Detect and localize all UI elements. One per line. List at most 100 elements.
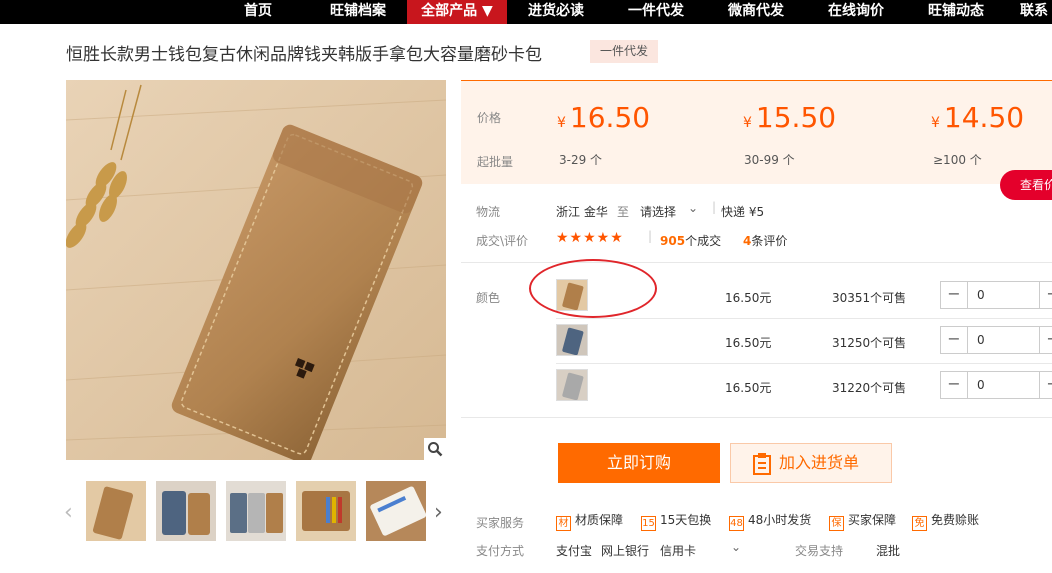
view-price-button[interactable]: 查看价 — [1000, 170, 1052, 200]
qty-range-1: 3-29 个 — [559, 153, 603, 167]
rating-stars: ★★★★★ — [556, 230, 624, 246]
price-tier-2: ¥15.50 — [743, 101, 836, 134]
quantity-stepper: − 0 + — [940, 281, 1052, 309]
product-title: 恒胜长款男士钱包复古休闲品牌钱夹韩版手拿包大容量磨砂卡包 — [66, 45, 542, 65]
nav-shop-profile[interactable]: 旺铺档案 — [322, 0, 394, 24]
variant-stock: 31250个可售 — [832, 336, 907, 350]
service-credit[interactable]: 免免费赊账 — [912, 511, 979, 531]
reviews-label: 成交\评价 — [476, 234, 529, 248]
quantity-stepper: − 0 + — [940, 371, 1052, 399]
thumbnail-3[interactable] — [226, 481, 286, 541]
price-value: 14.50 — [943, 101, 1025, 134]
payment-online-bank: 网上银行 — [601, 544, 650, 558]
price-tier-1: ¥16.50 — [557, 101, 650, 134]
nav-all-products[interactable]: 全部产品 ▼ — [407, 0, 507, 24]
logistics-label: 物流 — [476, 205, 501, 219]
thumb-next-icon[interactable]: › — [434, 500, 443, 525]
add-to-cart-label: 加入进货单 — [779, 453, 860, 472]
shield-icon: 保 — [829, 516, 844, 531]
services-label: 买家服务 — [476, 516, 525, 530]
divider: | — [712, 200, 717, 214]
zoom-icon[interactable] — [424, 438, 446, 460]
service-text: 免费赊账 — [931, 513, 980, 527]
chevron-down-icon[interactable]: ⌄ — [688, 201, 698, 215]
service-text: 买家保障 — [848, 513, 897, 527]
nav-home[interactable]: 首页 — [228, 0, 288, 24]
quantity-stepper: − 0 + — [940, 326, 1052, 354]
variant-price: 16.50元 — [725, 291, 772, 305]
nav-wechat-dropship[interactable]: 微商代发 — [720, 0, 792, 24]
plus-button[interactable]: + — [1039, 327, 1052, 353]
quantity-input[interactable]: 0 — [977, 327, 985, 353]
review-count[interactable]: 4条评价 — [743, 232, 787, 249]
nav-shop-news[interactable]: 旺铺动态 — [920, 0, 992, 24]
material-icon: 材 — [556, 516, 571, 531]
deals-count[interactable]: 905个成交 — [660, 232, 721, 249]
variant-price: 16.50元 — [725, 336, 772, 350]
trade-support-value: 混批 — [876, 544, 901, 558]
service-exchange[interactable]: 15 15天包换 — [641, 511, 711, 531]
dropship-tag[interactable]: 一件代发 — [590, 40, 659, 63]
nav-dropship[interactable]: 一件代发 — [620, 0, 692, 24]
payment-label: 支付方式 — [476, 544, 525, 558]
variant-stock: 31220个可售 — [832, 381, 907, 395]
service-text: 15天包换 — [660, 513, 712, 527]
plus-button[interactable]: + — [1039, 372, 1052, 398]
service-text: 48小时发货 — [748, 513, 812, 527]
deals-number: 905 — [660, 234, 686, 248]
thumbnail-4[interactable] — [296, 481, 356, 541]
minus-button[interactable]: − — [941, 327, 968, 353]
nav-contact[interactable]: 联系 — [1020, 0, 1052, 24]
service-protection[interactable]: 保买家保障 — [829, 511, 896, 531]
review-text: 条评价 — [751, 234, 788, 248]
credit-icon: 免 — [912, 516, 927, 531]
minus-button[interactable]: − — [941, 372, 968, 398]
variant-stock: 30351个可售 — [832, 291, 907, 305]
variant-price: 16.50元 — [725, 381, 772, 395]
clipboard-icon — [753, 453, 771, 475]
service-text: 材质保障 — [575, 513, 624, 527]
thumbnail-5[interactable] — [366, 481, 426, 541]
highlight-circle — [529, 259, 657, 318]
deals-text: 个成交 — [685, 234, 722, 248]
color-label: 颜色 — [476, 291, 501, 305]
destination-select[interactable]: 请选择 — [640, 203, 676, 220]
payment-alipay: 支付宝 — [556, 544, 593, 558]
thumbnail-1[interactable] — [86, 481, 146, 541]
color-swatch-blue[interactable] — [556, 324, 588, 356]
row-divider — [556, 363, 1052, 364]
service-delivery[interactable]: 48 48小时发货 — [729, 511, 811, 531]
nav-online-inquiry[interactable]: 在线询价 — [820, 0, 892, 24]
currency-symbol: ¥ — [931, 115, 940, 131]
price-tier-3: ¥14.50 — [931, 101, 1024, 134]
color-swatch-gray[interactable] — [556, 369, 588, 401]
section-divider — [461, 262, 1052, 263]
add-to-cart-button[interactable]: 加入进货单 — [730, 443, 892, 483]
divider: | — [648, 229, 653, 243]
currency-symbol: ¥ — [557, 115, 566, 131]
chevron-down-icon[interactable]: ⌄ — [731, 540, 741, 554]
qty-range-3: ≥100 个 — [933, 153, 982, 167]
quantity-input[interactable]: 0 — [977, 282, 985, 308]
price-label: 价格 — [477, 111, 502, 125]
exchange-icon: 15 — [641, 516, 656, 531]
nav-purchase-guide[interactable]: 进货必读 — [520, 0, 592, 24]
thumbnail-2[interactable] — [156, 481, 216, 541]
to-word: 至 — [617, 205, 630, 219]
payment-credit-card: 信用卡 — [660, 544, 697, 558]
buy-now-button[interactable]: 立即订购 — [558, 443, 720, 483]
plus-button[interactable]: + — [1039, 282, 1052, 308]
service-material[interactable]: 材材质保障 — [556, 511, 623, 531]
thumb-prev-icon[interactable]: ‹ — [64, 500, 73, 525]
ship-from: 浙江 金华 — [556, 205, 608, 219]
shipping-fee: 快递 ¥5 — [721, 205, 765, 219]
currency-symbol: ¥ — [743, 115, 752, 131]
section-divider — [461, 417, 1052, 418]
top-nav: 首页 旺铺档案 全部产品 ▼ 进货必读 一件代发 微商代发 在线询价 旺铺动态 … — [0, 0, 1052, 24]
quantity-input[interactable]: 0 — [977, 372, 985, 398]
qty-range-2: 30-99 个 — [744, 153, 795, 167]
moq-label: 起批量 — [477, 155, 514, 169]
product-main-image[interactable] — [66, 80, 446, 460]
minus-button[interactable]: − — [941, 282, 968, 308]
price-panel: 价格 起批量 ¥16.50 3-29 个 ¥15.50 30-99 个 ¥14.… — [461, 80, 1052, 184]
